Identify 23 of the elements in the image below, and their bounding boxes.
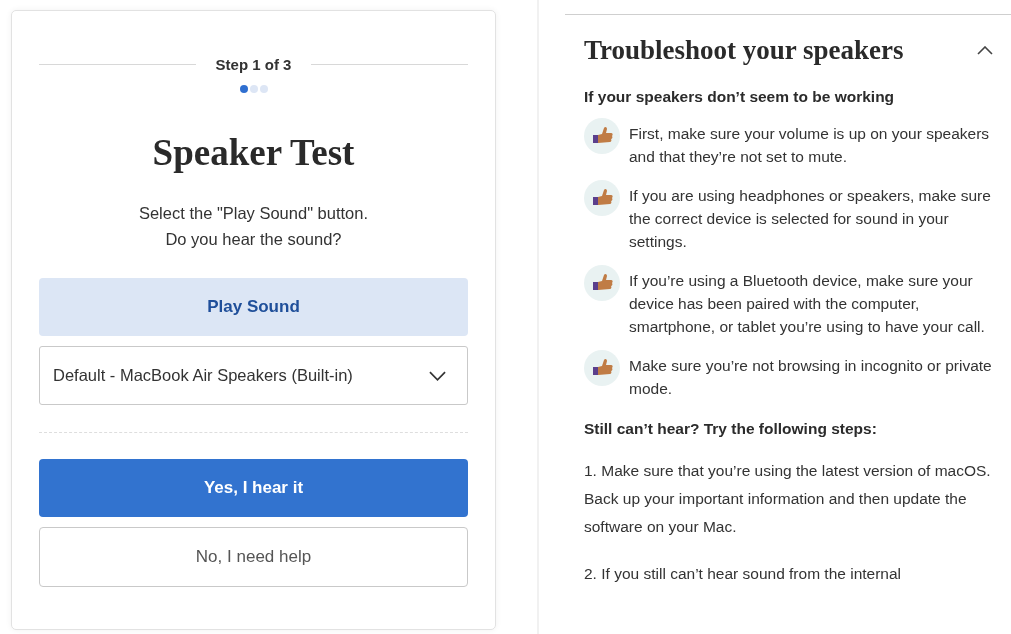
step-text: 1. Make sure that you’re using the latest version of macOS. Back up your important information and then update the software on your Mac. (584, 461, 992, 537)
play-sound-button[interactable]: Play Sound (39, 278, 468, 336)
yes-button[interactable]: Yes, I hear it (39, 459, 468, 517)
step-text: 2. If you still can’t hear sound from the internal (584, 564, 903, 584)
subheading: If your speakers don’t seem to be working (584, 88, 896, 106)
thumbs-up-icon (584, 350, 620, 386)
subheading: Still can’t hear? Try the following steps: (584, 420, 878, 438)
instruction-text: Select the "Play Sound" button. (138, 203, 369, 224)
tip-text: First, make sure your volume is up on your speakers and that they’re not set to mute. (629, 124, 991, 167)
tip-text: If you’re using a Bluetooth device, make sure your device has been paired with the computer, smartphone, or tablet you’re using to have your call. (629, 271, 986, 337)
instruction-text: Do you hear the sound? (165, 229, 342, 250)
tip-text: Make sure you’re not browsing in incognito or private mode. (629, 356, 993, 399)
no-button[interactable]: No, I need help (39, 527, 468, 587)
section-title: Troubleshoot your speakers (584, 35, 904, 66)
chevron-down-icon (429, 370, 446, 381)
thumbs-up-icon (584, 118, 620, 154)
tip-text: If you are using headphones or speakers, make sure the correct device is selected for sound in your settings. (629, 186, 992, 252)
chevron-up-icon[interactable] (977, 46, 993, 55)
thumbs-up-icon (584, 265, 620, 301)
step-label: Step 1 of 3 (215, 56, 292, 73)
device-dropdown[interactable]: Default - MacBook Air Speakers (Built-in) (39, 346, 468, 405)
card-title: Speaker Test (151, 131, 356, 174)
thumbs-up-icon (584, 180, 620, 216)
